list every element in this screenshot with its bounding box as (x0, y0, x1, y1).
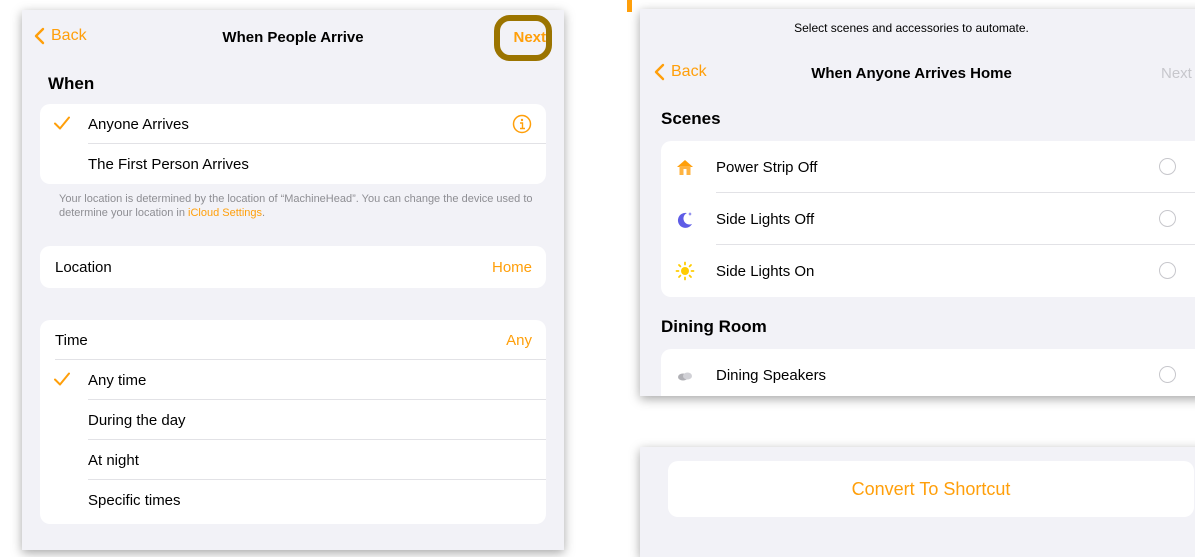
time-option-during-the-day[interactable]: During the day (40, 400, 546, 440)
scene-label: Power Strip Off (716, 158, 818, 176)
nav-bar: Back When People Arrive Next (22, 10, 564, 66)
select-radio[interactable] (1159, 262, 1176, 279)
option-label: The First Person Arrives (88, 155, 249, 173)
convert-to-shortcut-button[interactable]: Convert To Shortcut (668, 461, 1194, 517)
prompt-text: Select scenes and accessories to automat… (794, 21, 1029, 35)
time-value: Any (506, 331, 532, 349)
option-label: Any time (88, 371, 147, 389)
option-label: During the day (88, 411, 186, 429)
house-icon (677, 160, 693, 175)
scenes-header: Scenes (661, 109, 721, 128)
scenes-group: Power Strip Off Side Lights Off Side Lig… (661, 141, 1195, 297)
scene-label: Side Lights On (716, 262, 815, 280)
accessory-row[interactable]: Dining Speakers (661, 349, 1195, 396)
location-value: Home (491, 258, 532, 276)
orange-edge-mark (627, 0, 632, 12)
time-label: Time (55, 331, 88, 349)
time-row[interactable]: Time Any (40, 320, 546, 360)
select-scenes-panel: Select scenes and accessories to automat… (640, 9, 1195, 396)
location-label: Location (55, 258, 112, 276)
next-highlight-ring (494, 15, 552, 61)
time-option-specific-times[interactable]: Specific times (40, 480, 546, 520)
option-label: Specific times (88, 491, 181, 509)
scene-row[interactable]: Side Lights On (661, 245, 1195, 297)
when-people-arrive-panel: Back When People Arrive Next When Anyone… (22, 10, 564, 550)
option-first-person-arrives[interactable]: The First Person Arrives (40, 144, 546, 184)
speaker-icon (678, 372, 692, 381)
checkmark-icon (54, 372, 70, 386)
select-radio[interactable] (1159, 210, 1176, 227)
scene-label: Side Lights Off (716, 210, 815, 228)
select-radio[interactable] (1159, 366, 1176, 383)
select-radio[interactable] (1159, 158, 1176, 175)
convert-panel: Convert To Shortcut (640, 447, 1195, 557)
location-group: Location Home (40, 246, 546, 288)
accessory-label: Dining Speakers (716, 366, 827, 384)
arrival-options-group: Anyone Arrives The First Person Arrives (40, 104, 546, 184)
page-title: When People Arrive (222, 29, 364, 46)
info-icon[interactable] (512, 114, 532, 134)
location-footnote: Your location is determined by the locat… (59, 193, 533, 219)
dining-group: Dining Speakers (661, 349, 1195, 396)
option-label: Anyone Arrives (88, 115, 189, 133)
location-row[interactable]: Location Home (40, 246, 546, 288)
scene-row[interactable]: Side Lights Off (661, 193, 1195, 245)
moon-icon (677, 212, 692, 228)
option-label: At night (88, 451, 139, 469)
when-header: When (48, 74, 95, 93)
icloud-settings-link[interactable]: iCloud Settings (188, 207, 262, 219)
page-title: When Anyone Arrives Home (811, 65, 1012, 82)
option-anyone-arrives[interactable]: Anyone Arrives (40, 104, 546, 144)
sun-icon (675, 261, 695, 281)
time-option-any-time[interactable]: Any time (40, 360, 546, 400)
time-group: Time Any Any time During the day At nigh… (40, 320, 546, 524)
scene-row[interactable]: Power Strip Off (661, 141, 1195, 193)
checkmark-icon (54, 116, 70, 130)
dining-room-header: Dining Room (661, 317, 767, 336)
next-button[interactable]: Next (1161, 65, 1192, 82)
time-option-at-night[interactable]: At night (40, 440, 546, 480)
